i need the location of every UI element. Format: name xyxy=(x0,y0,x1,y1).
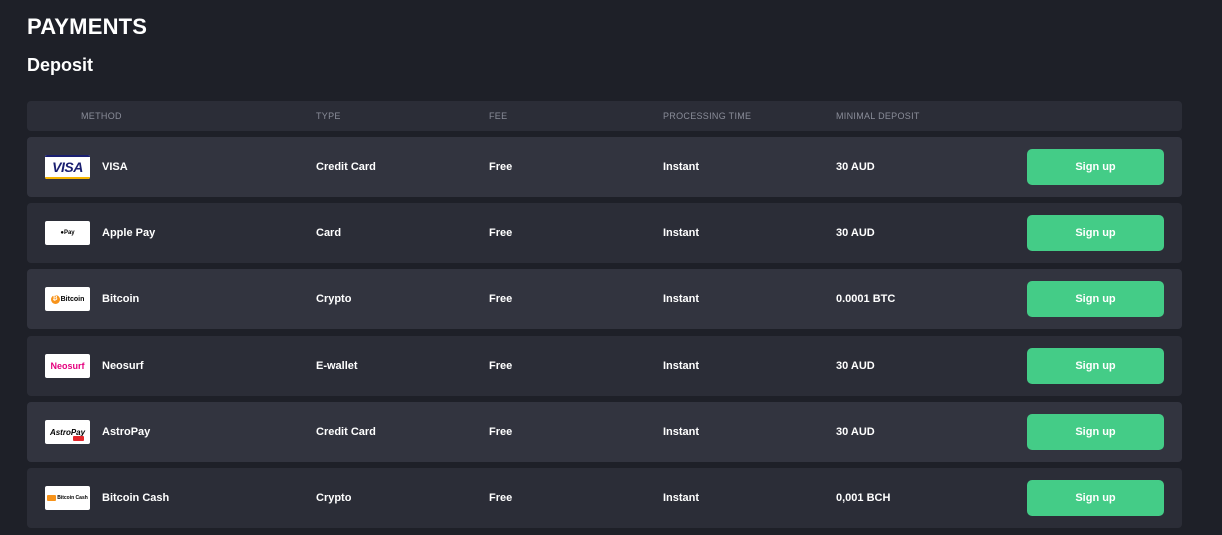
sign-up-button[interactable]: Sign up xyxy=(1027,149,1164,185)
column-header-type: TYPE xyxy=(316,111,341,121)
method-fee: Free xyxy=(489,492,513,504)
method-fee: Free xyxy=(489,360,513,372)
table-row: ●Pay Apple Pay Card Free Instant 30 AUD … xyxy=(27,203,1182,263)
method-name: Neosurf xyxy=(102,360,144,372)
method-fee: Free xyxy=(489,227,513,239)
method-processing-time: Instant xyxy=(663,360,700,372)
column-header-minimal-deposit: MINIMAL DEPOSIT xyxy=(836,111,920,121)
sign-up-button[interactable]: Sign up xyxy=(1027,281,1164,317)
sign-up-button[interactable]: Sign up xyxy=(1027,215,1164,251)
method-minimal-deposit: 30 AUD xyxy=(836,360,875,372)
sign-up-button[interactable]: Sign up xyxy=(1027,348,1164,384)
method-name: VISA xyxy=(102,161,128,173)
method-fee: Free xyxy=(489,161,513,173)
method-minimal-deposit: 0.0001 BTC xyxy=(836,293,896,305)
bitcoin-cash-logo: Bitcoin Cash xyxy=(45,486,90,510)
table-row: VISA VISA Credit Card Free Instant 30 AU… xyxy=(27,137,1182,197)
deposit-table: METHOD TYPE FEE PROCESSING TIME MINIMAL … xyxy=(27,101,1182,528)
page-title: PAYMENTS xyxy=(27,14,148,39)
astropay-card-tag-icon xyxy=(73,436,84,441)
apple-pay-logo: ●Pay xyxy=(45,221,90,245)
astropay-logo: AstroPay xyxy=(45,420,90,444)
method-minimal-deposit: 30 AUD xyxy=(836,161,875,173)
visa-logo: VISA xyxy=(45,155,90,179)
method-name: AstroPay xyxy=(102,426,151,438)
method-minimal-deposit: 30 AUD xyxy=(836,426,875,438)
method-type: Crypto xyxy=(316,492,352,504)
bitcoin-cash-icon xyxy=(47,495,57,501)
payments-page: PAYMENTS Deposit METHOD TYPE FEE PROCESS… xyxy=(0,0,1222,535)
method-processing-time: Instant xyxy=(663,227,700,239)
method-name: Bitcoin Cash xyxy=(102,492,170,504)
method-fee: Free xyxy=(489,426,513,438)
method-minimal-deposit: 30 AUD xyxy=(836,227,875,239)
table-row: ₿ Bitcoin Bitcoin Crypto Free Instant 0.0… xyxy=(27,269,1182,329)
neosurf-logo: Neosurf xyxy=(45,354,90,378)
column-header-method: METHOD xyxy=(81,111,122,121)
method-processing-time: Instant xyxy=(663,293,700,305)
column-header-processing-time: PROCESSING TIME xyxy=(663,111,752,121)
method-fee: Free xyxy=(489,293,513,305)
table-row: AstroPay AstroPay Credit Card Free Insta… xyxy=(27,402,1182,462)
table-row: Neosurf Neosurf E-wallet Free Instant 30… xyxy=(27,336,1182,396)
method-type: Crypto xyxy=(316,293,352,305)
table-header: METHOD TYPE FEE PROCESSING TIME MINIMAL … xyxy=(27,101,1182,131)
method-processing-time: Instant xyxy=(663,492,700,504)
table-row: Bitcoin Cash Bitcoin Cash Crypto Free In… xyxy=(27,468,1182,528)
method-processing-time: Instant xyxy=(663,161,700,173)
method-name: Apple Pay xyxy=(102,227,156,239)
method-type: Credit Card xyxy=(316,426,376,438)
bitcoin-coin-icon: ₿ xyxy=(50,294,60,304)
sign-up-button[interactable]: Sign up xyxy=(1027,414,1164,450)
column-header-fee: FEE xyxy=(489,111,508,121)
sign-up-button[interactable]: Sign up xyxy=(1027,480,1164,516)
section-title-deposit: Deposit xyxy=(27,55,94,75)
method-type: Card xyxy=(316,227,342,239)
method-processing-time: Instant xyxy=(663,426,700,438)
method-minimal-deposit: 0,001 BCH xyxy=(836,492,891,504)
bitcoin-logo: ₿ Bitcoin xyxy=(45,287,90,311)
method-name: Bitcoin xyxy=(102,293,140,305)
method-type: E-wallet xyxy=(316,360,358,372)
method-type: Credit Card xyxy=(316,161,376,173)
